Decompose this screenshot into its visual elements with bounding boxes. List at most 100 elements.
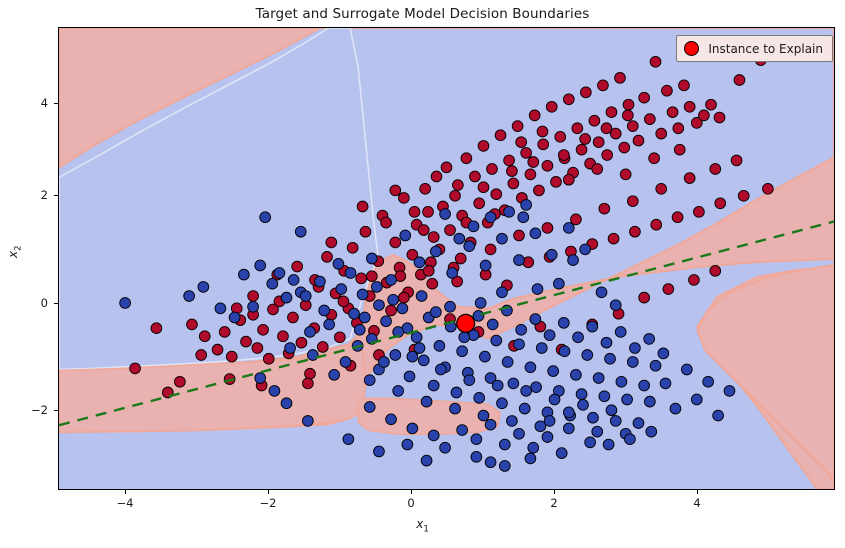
scatter-point xyxy=(444,300,456,313)
scatter-point xyxy=(506,415,518,427)
scatter-point xyxy=(673,143,686,156)
scatter-point xyxy=(572,331,584,344)
scatter-point xyxy=(496,286,508,299)
scatter-point xyxy=(358,311,371,324)
scatter-point xyxy=(304,367,316,380)
scatter-point xyxy=(321,251,333,263)
scatter-point xyxy=(413,256,426,269)
scatter-point xyxy=(399,229,412,242)
scatter-point xyxy=(513,427,525,440)
scatter-point xyxy=(268,385,281,397)
scatter-point xyxy=(644,395,656,408)
scatter-point xyxy=(359,225,372,238)
scatter-point xyxy=(562,222,575,234)
scatter-point xyxy=(550,176,562,188)
scatter-point xyxy=(605,106,618,118)
scatter-point xyxy=(501,356,514,368)
scatter-point xyxy=(119,297,131,309)
scatter-point xyxy=(280,291,293,304)
scatter-point xyxy=(541,431,554,443)
scatter-point xyxy=(406,350,419,363)
scatter-point xyxy=(355,272,368,285)
scatter-point xyxy=(520,199,532,211)
scatter-point xyxy=(470,451,483,463)
scatter-point xyxy=(356,200,369,213)
scatter-point xyxy=(316,341,329,353)
x-axis-label-sub: 1 xyxy=(423,524,429,535)
scatter-point xyxy=(197,281,210,293)
x-tick-mark xyxy=(411,490,412,494)
scatter-point xyxy=(683,100,696,113)
scatter-point xyxy=(541,159,554,172)
scatter-point xyxy=(396,302,409,315)
scatter-point xyxy=(427,231,440,243)
y-tick-mark xyxy=(54,103,58,104)
chart-legend[interactable]: Instance to Explain xyxy=(676,35,833,62)
scatter-point xyxy=(626,195,639,207)
scatter-point xyxy=(662,283,675,295)
scatter-point xyxy=(533,184,545,197)
scatter-point xyxy=(484,418,497,431)
scatter-point xyxy=(494,129,507,142)
scatter-point xyxy=(408,206,421,218)
scatter-point xyxy=(456,345,468,358)
scatter-point xyxy=(474,297,487,309)
scatter-point xyxy=(562,93,575,106)
scatter-point xyxy=(614,326,627,338)
scatter-point xyxy=(733,74,746,86)
scatter-point xyxy=(449,402,461,415)
scatter-point xyxy=(632,417,645,429)
scatter-point xyxy=(513,338,525,351)
scatter-point xyxy=(577,399,589,411)
scatter-point xyxy=(323,318,336,331)
scatter-point xyxy=(690,393,703,406)
scatter-point xyxy=(547,365,559,377)
scatter-point xyxy=(446,267,459,279)
scatter-point xyxy=(672,122,685,135)
scatter-point xyxy=(332,258,345,270)
scatter-point xyxy=(709,163,722,175)
scatter-point xyxy=(524,361,537,374)
scatter-point xyxy=(453,232,466,245)
scatter-point xyxy=(477,181,490,194)
scatter-point xyxy=(604,352,616,365)
scatter-point xyxy=(575,143,588,156)
scatter-point xyxy=(737,189,750,202)
scatter-point xyxy=(643,333,655,345)
scatter-point xyxy=(545,100,558,113)
scatter-point xyxy=(373,299,385,311)
y-axis-label-main: x xyxy=(6,250,20,258)
scatter-point xyxy=(342,433,355,445)
scatter-point xyxy=(410,331,423,344)
scatter-point xyxy=(463,374,476,387)
scatter-point xyxy=(648,152,660,165)
scatter-point xyxy=(680,363,693,376)
scatter-point xyxy=(557,316,570,329)
scatter-point xyxy=(380,315,392,328)
scatter-point xyxy=(363,401,376,413)
scatter-point xyxy=(645,425,658,438)
scatter-point xyxy=(698,109,710,122)
instance-to-explain-marker[interactable] xyxy=(456,313,476,333)
scatter-point xyxy=(659,377,672,390)
scatter-point xyxy=(513,254,525,266)
scatter-point xyxy=(398,192,410,204)
scatter-point xyxy=(649,359,662,372)
chart-title: Target and Surrogate Model Decision Boun… xyxy=(255,6,590,22)
scatter-point xyxy=(392,385,404,397)
scatter-point xyxy=(554,130,567,143)
scatter-point xyxy=(671,211,684,224)
scatter-point xyxy=(325,236,338,249)
scatter-point xyxy=(449,189,461,202)
scatter-point xyxy=(430,306,442,318)
y-tick-label: 2 xyxy=(40,188,48,202)
scatter-point xyxy=(463,240,476,252)
scatter-point xyxy=(621,393,633,406)
scatter-point xyxy=(287,311,299,324)
scatter-point xyxy=(472,310,485,322)
scatter-point xyxy=(762,182,774,195)
scatter-point xyxy=(683,172,696,184)
scatter-point xyxy=(403,370,416,383)
scatter-point xyxy=(598,202,611,215)
scatter-point xyxy=(518,402,531,415)
